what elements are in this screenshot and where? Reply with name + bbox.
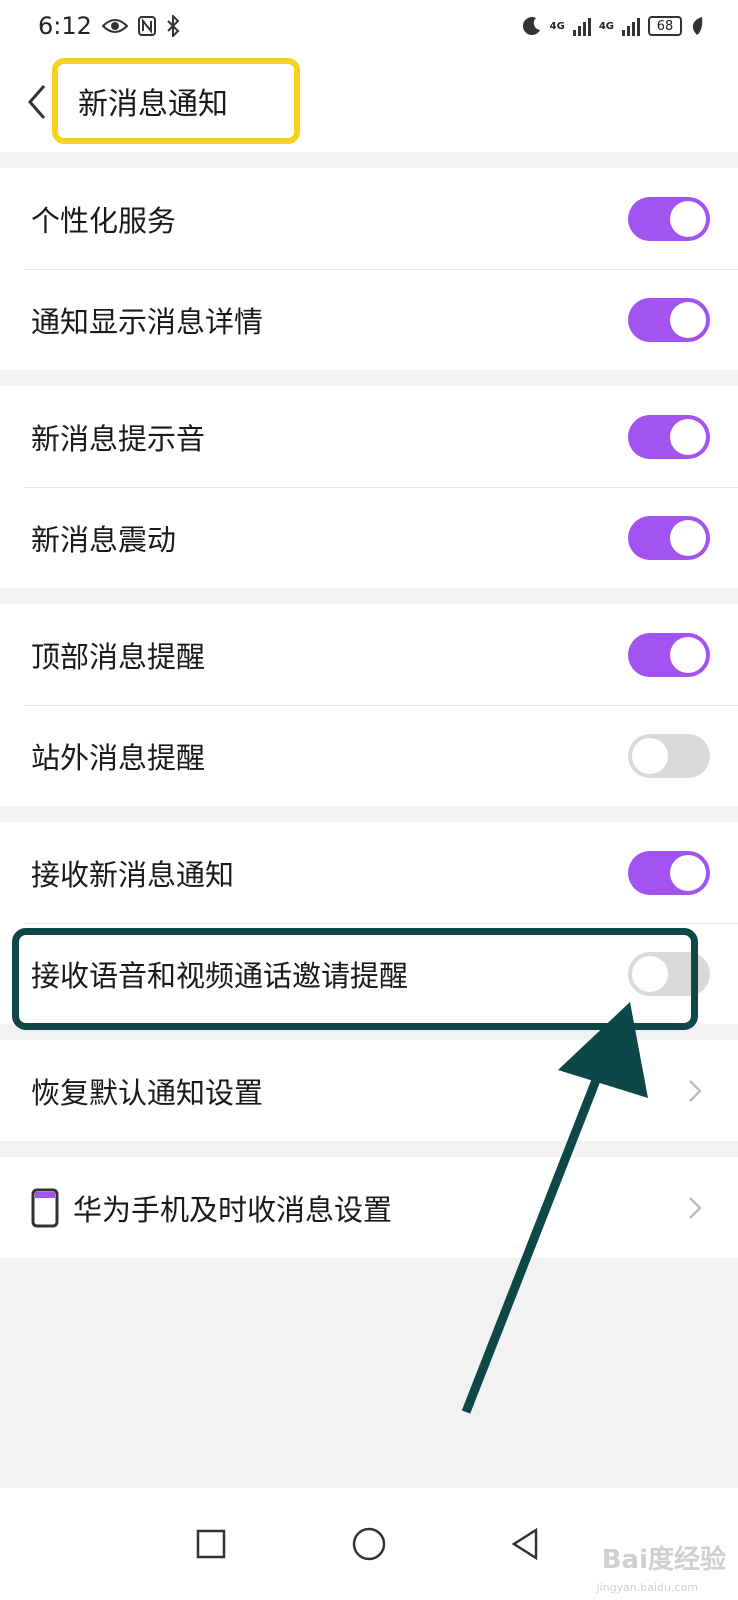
chevron-right-icon bbox=[689, 1196, 702, 1219]
settings-group: 恢复默认通知设置 bbox=[0, 1040, 738, 1141]
annotation-highlight-box bbox=[12, 928, 698, 1030]
bluetooth-icon bbox=[167, 15, 180, 37]
toggle-knob bbox=[670, 418, 706, 455]
circle-nav-icon[interactable] bbox=[349, 1524, 389, 1564]
leaf-icon bbox=[692, 17, 703, 35]
toggle-switch-on[interactable] bbox=[628, 297, 710, 342]
settings-group: 顶部消息提醒 站外消息提醒 bbox=[0, 604, 738, 806]
setting-label: 华为手机及时收消息设置 bbox=[73, 1192, 393, 1227]
setting-row-restore-defaults[interactable]: 恢复默认通知设置 bbox=[0, 1040, 738, 1141]
setting-row-show-message-details[interactable]: 通知显示消息详情 bbox=[0, 269, 738, 370]
page-title: 新消息通知 bbox=[78, 87, 228, 122]
setting-label: 新消息震动 bbox=[31, 522, 177, 557]
toggle-knob bbox=[670, 636, 706, 673]
navigation-bar: Bai度经验 jingyan.baidu.com bbox=[0, 1488, 738, 1600]
toggle-switch-on[interactable] bbox=[628, 632, 710, 677]
phone-icon bbox=[31, 1188, 59, 1227]
setting-label: 站外消息提醒 bbox=[31, 740, 206, 775]
toggle-knob bbox=[670, 854, 706, 891]
setting-row-message-sound[interactable]: 新消息提示音 bbox=[0, 386, 738, 487]
title-highlight: 新消息通知 bbox=[52, 58, 300, 144]
toggle-switch-on[interactable] bbox=[628, 414, 710, 459]
network-type-1: 4G bbox=[549, 20, 565, 32]
setting-label: 顶部消息提醒 bbox=[31, 639, 206, 674]
toggle-switch-on[interactable] bbox=[628, 850, 710, 895]
battery-icon: 68 bbox=[648, 16, 682, 36]
moon-icon bbox=[522, 17, 540, 36]
setting-label: 恢复默认通知设置 bbox=[31, 1075, 264, 1110]
toggle-knob bbox=[670, 519, 706, 556]
setting-label: 个性化服务 bbox=[31, 203, 177, 238]
setting-row-receive-notifications[interactable]: 接收新消息通知 bbox=[0, 822, 738, 923]
setting-row-message-vibration[interactable]: 新消息震动 bbox=[0, 487, 738, 588]
toggle-switch-off[interactable] bbox=[628, 733, 710, 778]
header: 新消息通知 bbox=[0, 52, 738, 152]
setting-label: 新消息提示音 bbox=[31, 421, 206, 456]
settings-group: 华为手机及时收消息设置 bbox=[0, 1157, 738, 1258]
toggle-switch-on[interactable] bbox=[628, 196, 710, 241]
status-bar: 6:12 4G 4G 68 bbox=[0, 0, 738, 52]
settings-group: 新消息提示音 新消息震动 bbox=[0, 386, 738, 588]
battery-level: 68 bbox=[656, 18, 674, 34]
back-icon[interactable] bbox=[24, 82, 48, 122]
setting-row-offsite-message-reminder[interactable]: 站外消息提醒 bbox=[0, 705, 738, 806]
setting-row-huawei-timely-messages[interactable]: 华为手机及时收消息设置 bbox=[0, 1157, 738, 1258]
nfc-icon bbox=[137, 16, 156, 36]
status-time: 6:12 bbox=[38, 12, 92, 40]
toggle-knob bbox=[632, 737, 668, 774]
chevron-right-icon bbox=[689, 1079, 702, 1102]
settings-group: 个性化服务 通知显示消息详情 bbox=[0, 168, 738, 370]
triangle-back-nav-icon[interactable] bbox=[506, 1524, 546, 1564]
network-type-2: 4G bbox=[598, 20, 614, 32]
setting-row-top-message-reminder[interactable]: 顶部消息提醒 bbox=[0, 604, 738, 705]
toggle-knob bbox=[670, 200, 706, 237]
signal-icon bbox=[622, 16, 640, 36]
signal-icon bbox=[572, 16, 591, 36]
square-nav-icon[interactable] bbox=[191, 1524, 231, 1564]
setting-label: 接收新消息通知 bbox=[31, 857, 235, 892]
eye-icon bbox=[101, 19, 128, 33]
watermark-url: jingyan.baidu.com bbox=[596, 1581, 698, 1594]
toggle-knob bbox=[670, 301, 706, 338]
setting-label: 通知显示消息详情 bbox=[31, 304, 264, 339]
watermark: Bai度经验 bbox=[601, 1545, 726, 1575]
setting-row-personalized-service[interactable]: 个性化服务 bbox=[0, 168, 738, 269]
toggle-switch-on[interactable] bbox=[628, 515, 710, 560]
